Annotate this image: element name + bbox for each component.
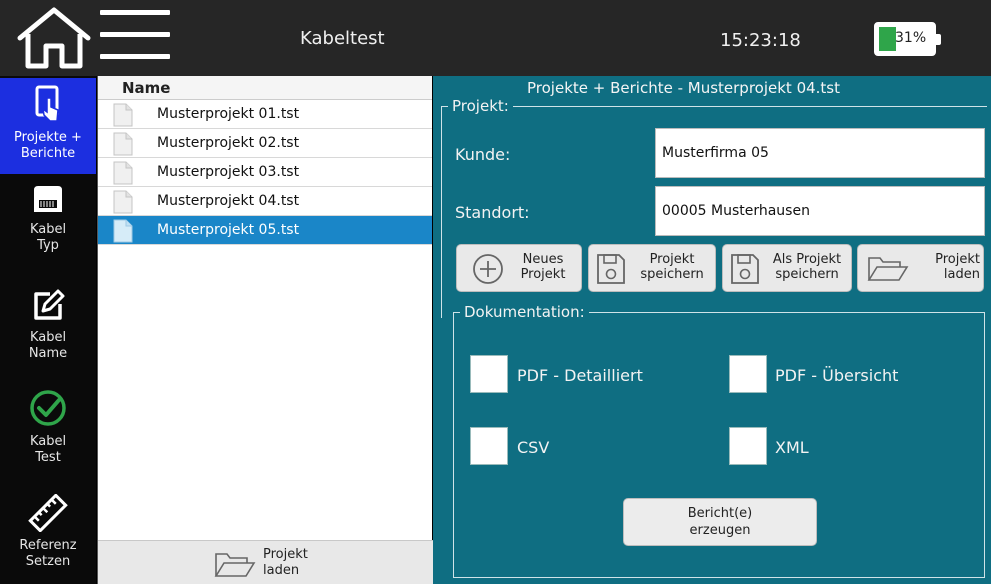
sidebar-item-label: Berichte xyxy=(20,146,76,161)
sidebar-item-label: Kabel xyxy=(29,434,67,449)
sidebar-item-label: Typ xyxy=(37,238,59,253)
file-name: Musterprojekt 05.tst xyxy=(157,222,300,238)
sidebar-item-label: Kabel xyxy=(29,330,67,345)
ethernet-port-icon xyxy=(34,186,62,212)
dokumentation-group-label: Dokumentation: xyxy=(460,303,589,321)
file-icon xyxy=(113,103,133,127)
panel-title: Projekte + Berichte - Musterprojekt 04.t… xyxy=(527,79,841,97)
plus-circle-icon xyxy=(473,254,503,284)
file-list: Name Musterprojekt 01.tst Musterprojekt … xyxy=(97,76,433,584)
bericht-erzeugen-button[interactable]: Bericht(e) erzeugen xyxy=(623,498,817,546)
folder-open-icon xyxy=(214,553,256,577)
csv-label: CSV xyxy=(517,438,550,457)
button-label: Projekt xyxy=(935,252,980,267)
document-touch-icon xyxy=(35,85,59,122)
pdf-uebersicht-checkbox[interactable] xyxy=(729,355,767,393)
file-row[interactable]: Musterprojekt 04.tst xyxy=(98,187,432,216)
file-row-selected[interactable]: Musterprojekt 05.tst xyxy=(98,216,432,245)
file-name: Musterprojekt 02.tst xyxy=(157,135,300,151)
sidebar-item-projekte-berichte[interactable]: Projekte + Berichte xyxy=(0,78,96,174)
pdf-uebersicht-label: PDF - Übersicht xyxy=(775,366,899,385)
button-label: speichern xyxy=(640,267,704,282)
pdf-detailliert-label: PDF - Detailliert xyxy=(517,366,643,385)
folder-open-icon xyxy=(867,257,909,281)
home-icon[interactable] xyxy=(14,6,94,70)
standort-field[interactable] xyxy=(655,186,985,236)
file-name: Musterprojekt 01.tst xyxy=(157,106,300,122)
projekt-laden-footer-button[interactable]: Projekt laden xyxy=(213,545,343,583)
button-label: Bericht(e) xyxy=(687,506,753,521)
button-label: Projekt xyxy=(263,547,308,562)
sidebar-item-label: Kabel xyxy=(29,222,67,237)
floppy-disk-icon xyxy=(731,254,759,284)
sidebar-item-kabel-typ[interactable]: Kabel Typ xyxy=(0,184,96,274)
button-label: Neues xyxy=(522,252,564,267)
clock: 15:23:18 xyxy=(720,30,801,51)
pdf-detailliert-checkbox[interactable] xyxy=(470,355,508,393)
file-name: Musterprojekt 03.tst xyxy=(157,164,300,180)
projekt-group-label: Projekt: xyxy=(448,97,513,115)
column-header-name[interactable]: Name xyxy=(98,76,432,100)
sidebar-item-label: Name xyxy=(28,346,68,361)
sidebar-item-kabel-name[interactable]: Kabel Name xyxy=(0,288,96,378)
button-label: erzeugen xyxy=(689,523,751,538)
xml-checkbox[interactable] xyxy=(729,427,767,465)
sidebar-item-label: Referenz xyxy=(19,538,77,553)
kunde-label: Kunde: xyxy=(455,145,511,164)
kunde-field[interactable] xyxy=(655,128,985,178)
battery-icon: 31% xyxy=(874,22,941,56)
button-label: Projekt xyxy=(649,252,695,267)
sidebar: Projekte + Berichte Kabel Typ Kabel Name… xyxy=(0,76,96,584)
sidebar-item-label: Test xyxy=(35,450,61,465)
standort-label: Standort: xyxy=(455,203,530,222)
button-label: Als Projekt xyxy=(772,252,842,267)
check-circle-icon xyxy=(30,390,66,426)
xml-label: XML xyxy=(775,438,809,457)
edit-icon xyxy=(34,289,65,320)
project-panel: Projekte + Berichte - Musterprojekt 04.t… xyxy=(433,76,991,584)
button-label: laden xyxy=(263,563,300,578)
file-icon xyxy=(113,161,133,185)
top-bar: Kabeltest 15:23:18 31% xyxy=(0,0,991,76)
file-icon xyxy=(113,190,133,214)
als-projekt-speichern-button[interactable]: Als Projekt speichern xyxy=(722,244,852,292)
file-list-footer: Projekt laden xyxy=(98,540,433,584)
csv-checkbox[interactable] xyxy=(470,427,508,465)
file-row[interactable]: Musterprojekt 02.tst xyxy=(98,129,432,158)
file-row[interactable]: Musterprojekt 03.tst xyxy=(98,158,432,187)
file-icon xyxy=(113,132,133,156)
button-label: speichern xyxy=(775,267,839,282)
neues-projekt-button[interactable]: Neues Projekt xyxy=(456,244,582,292)
sidebar-item-label: Projekte + xyxy=(14,130,82,145)
file-icon xyxy=(113,219,133,243)
projekt-laden-button[interactable]: Projekt laden xyxy=(857,244,984,292)
button-label: laden xyxy=(943,267,980,282)
projekt-speichern-button[interactable]: Projekt speichern xyxy=(588,244,716,292)
ruler-icon xyxy=(28,494,68,532)
sidebar-item-referenz-setzen[interactable]: Referenz Setzen xyxy=(0,494,96,584)
file-row[interactable]: Musterprojekt 01.tst xyxy=(98,100,432,129)
app-title: Kabeltest xyxy=(300,28,385,49)
battery-percent: 31% xyxy=(895,30,927,46)
battery-level xyxy=(879,27,897,51)
file-name: Musterprojekt 04.tst xyxy=(157,193,300,209)
floppy-disk-icon xyxy=(597,254,625,284)
sidebar-item-label: Setzen xyxy=(25,554,71,569)
button-label: Projekt xyxy=(520,267,566,282)
sidebar-item-kabel-test[interactable]: Kabel Test xyxy=(0,388,96,478)
menu-icon[interactable] xyxy=(100,10,170,66)
